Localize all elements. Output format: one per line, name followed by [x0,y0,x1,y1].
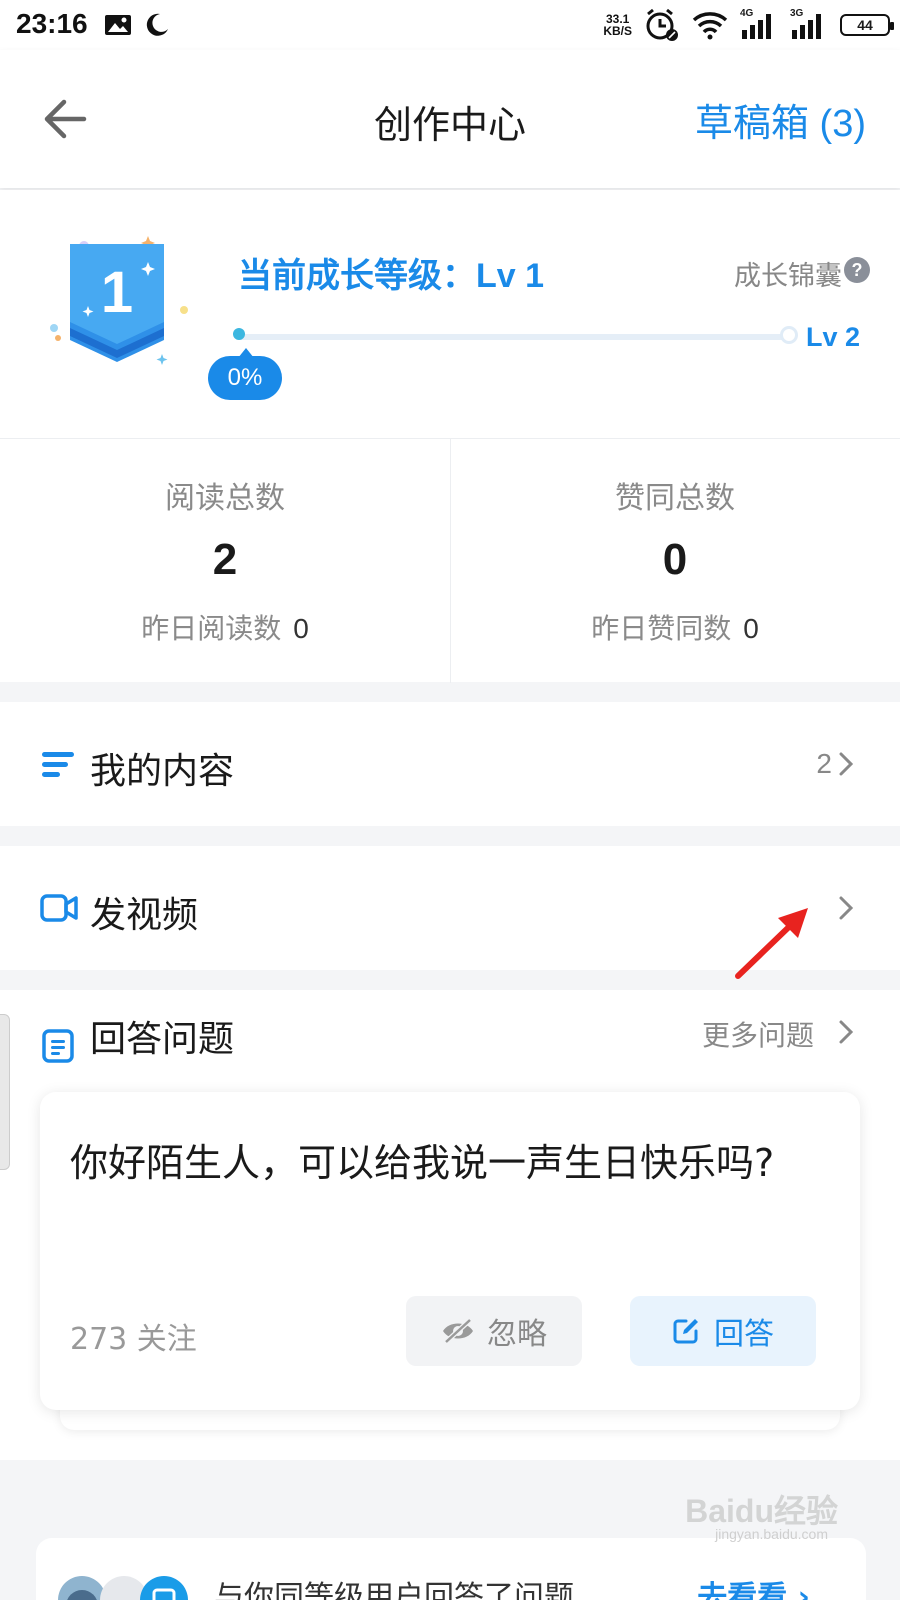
current-level-title: 当前成长等级：Lv 1 [238,248,544,297]
row-label: 发视频 [90,895,199,936]
drafts-button[interactable]: 草稿箱 (3) [695,92,866,147]
chevron-right-icon [839,896,854,920]
net-speed: 33.1 KB/S [603,13,632,37]
top-nav-bar: 创作中心 草稿箱 (3) [0,50,900,188]
go-see-link[interactable]: 去看看 › [697,1572,810,1600]
avatar-stack [58,1576,188,1600]
wifi-icon [692,12,728,40]
stat-sub-value: 0 [743,613,759,644]
level-title-prefix: 当前成长等级： [238,256,476,296]
status-bar: 23:16 33.1 KB/S 4G 3G 44 [0,0,900,50]
status-time: 23:16 [16,8,88,39]
battery-indicator: 44 [840,14,894,36]
follower-count: 273 关注 [70,1322,197,1357]
status-left-icons [104,12,170,38]
stat-sub: 昨日赞同数 0 [450,607,900,647]
row-label: 我的内容 [90,751,235,792]
signal-3g-icon: 3G [790,8,828,40]
next-level-label: Lv 2 [805,322,860,352]
chevron-right-icon[interactable] [836,1018,856,1046]
video-camera-icon [40,894,78,922]
question-card[interactable]: 你好陌生人，可以给我说一声生日快乐吗? 273 关注 忽略 回答 [40,1092,860,1410]
side-drawer-handle[interactable] [0,1014,10,1170]
peer-answer-banner[interactable]: 与你同等级用户回答了问题 去看看 › [36,1538,866,1600]
list-icon [42,752,74,777]
stat-sub-value: 0 [293,613,309,644]
document-icon [42,1029,74,1063]
stat-label: 阅读总数 [165,481,285,516]
section-title: 回答问题 [90,1019,235,1060]
stat-value: 2 [212,535,238,584]
my-content-row[interactable]: 我的内容 2 [0,702,900,826]
level-badge-icon: 1 [50,236,188,365]
current-level-value: Lv 1 [476,257,545,295]
eye-off-icon [443,1318,473,1344]
stat-label: 赞同总数 [615,481,735,516]
status-right-icons: 33.1 KB/S 4G 3G 44 [603,8,894,42]
watermark-url: jingyan.baidu.com [715,1526,828,1542]
red-annotation-arrow-icon [735,908,808,979]
growth-level-card: 1 当前成长等级：Lv 1 成长锦囊 ? Lv 2 0% [0,190,900,438]
stat-sub-label: 昨日阅读数 [141,612,282,645]
ignore-button[interactable]: 忽略 [406,1296,582,1366]
answer-questions-section: 回答问题 更多问题 你好陌生人，可以给我说一声生日快乐吗? 273 关注 忽略 … [0,990,900,1460]
net-speed-unit: KB/S [603,24,632,38]
moon-icon [146,13,168,36]
promo-text: 与你同等级用户回答了问题 [214,1580,574,1600]
answer-label: 回答 [714,1317,774,1352]
stat-sub-label: 昨日赞同数 [591,612,732,645]
progress-marker [233,328,245,340]
progress-percent-bubble: 0% [208,348,282,400]
progress-end-marker [780,326,798,344]
image-notification-icon [105,15,131,35]
level-progress-track [238,334,788,340]
stats-panel: 阅读总数 2 昨日阅读数 0 赞同总数 0 昨日赞同数 0 [0,438,900,683]
stat-sub: 昨日阅读数 0 [0,607,450,647]
ignore-label: 忽略 [487,1317,547,1352]
stat-reads: 阅读总数 2 昨日阅读数 0 [0,439,450,683]
signal-4g-icon: 4G [740,8,778,40]
badge-number: 1 [101,260,133,325]
alarm-icon [646,8,678,41]
stat-likes: 赞同总数 0 昨日赞同数 0 [450,439,900,683]
answer-button[interactable]: 回答 [630,1296,816,1366]
help-icon[interactable]: ? [844,257,870,283]
stat-value: 0 [662,535,688,584]
content-count: 2 [816,748,832,779]
edit-icon [673,1319,698,1344]
chevron-right-icon [839,752,854,776]
more-questions-link[interactable]: 更多问题 [702,1014,814,1054]
growth-tips-link[interactable]: 成长锦囊 [734,254,842,293]
question-text[interactable]: 你好陌生人，可以给我说一声生日快乐吗? [70,1132,810,1194]
